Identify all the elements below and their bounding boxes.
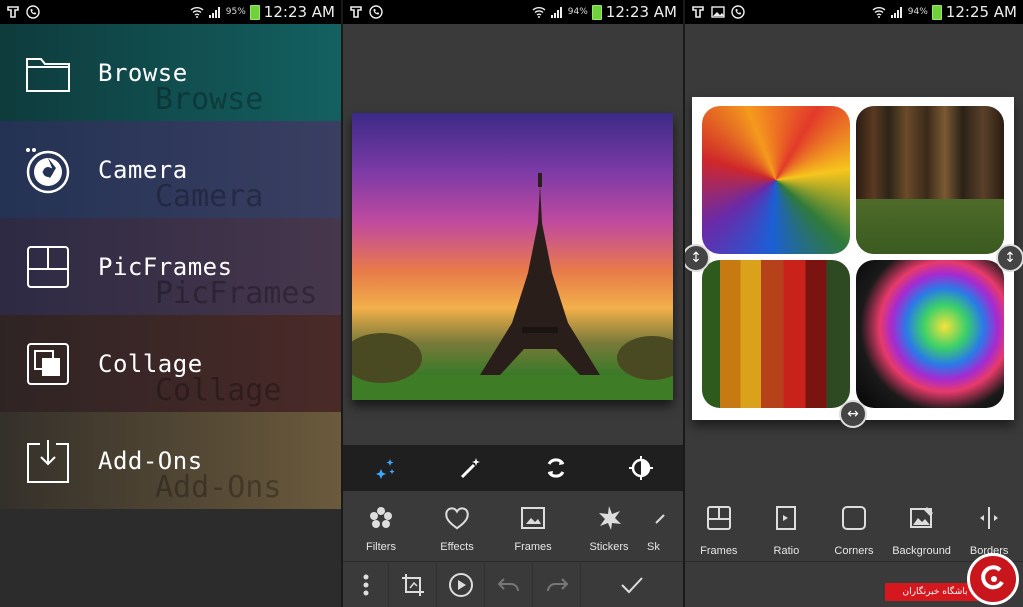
app-notification-icon bbox=[7, 6, 19, 18]
background-icon bbox=[909, 505, 935, 535]
forest-path bbox=[856, 199, 1004, 254]
collage-cell-polygon-art[interactable] bbox=[702, 106, 850, 254]
menu-empty-area bbox=[0, 510, 341, 607]
effects-icon bbox=[444, 505, 470, 531]
magic-wand-icon[interactable] bbox=[451, 448, 491, 488]
sparkles-icon[interactable] bbox=[366, 448, 406, 488]
tool-label: Sk bbox=[647, 541, 660, 553]
tool-frames[interactable]: Frames bbox=[495, 505, 571, 553]
tool-frames[interactable]: Frames bbox=[685, 505, 753, 561]
tool-label: Frames bbox=[514, 541, 552, 553]
battery-percent: 94% bbox=[907, 7, 928, 17]
status-clock: 12:23 AM bbox=[263, 3, 335, 21]
menu-item-collage[interactable]: Collage Collage bbox=[0, 315, 341, 412]
frames-icon bbox=[520, 505, 546, 531]
menu-item-camera[interactable]: Camera Camera bbox=[0, 121, 341, 218]
picframes-icon bbox=[24, 243, 72, 291]
status-clock: 12:25 AM bbox=[945, 3, 1017, 21]
rotate-icon[interactable] bbox=[536, 448, 576, 488]
editor-bottom-bar bbox=[343, 561, 683, 607]
play-icon[interactable] bbox=[437, 561, 485, 607]
phone-icon bbox=[369, 5, 383, 19]
tool-label: Frames bbox=[700, 545, 738, 557]
tool-effects[interactable]: Effects bbox=[419, 505, 495, 553]
tool-label: Corners bbox=[834, 545, 874, 557]
status-bar: 94% 12:25 AM bbox=[685, 0, 1023, 24]
collage-cell-lightbulb[interactable] bbox=[856, 260, 1004, 408]
tool-sketch[interactable]: Sk bbox=[647, 505, 683, 553]
watermark-logo-icon bbox=[967, 553, 1019, 605]
undo-icon[interactable] bbox=[485, 561, 533, 607]
collage-editor-panel: 94% 12:25 AM ↕ ↕ ↔ Frames Ratio Corners … bbox=[685, 0, 1023, 607]
menu-ghost-text: Add-Ons bbox=[155, 470, 282, 505]
tool-label: Effects bbox=[440, 541, 474, 553]
more-vertical-icon[interactable] bbox=[343, 561, 389, 607]
menu-ghost-text: Browse bbox=[155, 82, 264, 117]
wifi-icon bbox=[872, 7, 886, 18]
collage-cell-forest[interactable] bbox=[856, 106, 1004, 254]
status-bar: 94% 12:23 AM bbox=[343, 0, 683, 24]
main-menu: Browse Browse Camera Camera PicFrames Pi… bbox=[0, 24, 341, 509]
resize-horizontal-handle[interactable]: ↔ bbox=[839, 400, 867, 428]
battery-icon bbox=[591, 4, 602, 20]
battery-icon bbox=[249, 4, 260, 20]
editor-mode-toolbar bbox=[343, 445, 683, 491]
menu-ghost-text: Camera bbox=[155, 179, 264, 214]
gallery-icon bbox=[711, 6, 725, 18]
app-notification-icon bbox=[350, 6, 362, 18]
status-bar: 95% 12:23 AM bbox=[0, 0, 341, 24]
filter-tools-row: Filters Effects Frames Stickers Sk bbox=[343, 493, 683, 561]
borders-icon bbox=[976, 505, 1002, 535]
battery-icon bbox=[931, 4, 942, 20]
photo-editor-panel: 94% 12:23 AM Filters Effects Frames Stic… bbox=[343, 0, 683, 607]
status-clock: 12:23 AM bbox=[605, 3, 677, 21]
frames-icon bbox=[706, 505, 732, 535]
app-notification-icon bbox=[692, 6, 704, 18]
signal-icon bbox=[208, 7, 220, 18]
menu-item-add-ons[interactable]: Add-Ons Add-Ons bbox=[0, 412, 341, 509]
camera-aperture-icon bbox=[24, 146, 72, 194]
tool-label: Filters bbox=[366, 541, 396, 553]
signal-icon bbox=[890, 7, 902, 18]
tool-corners[interactable]: Corners bbox=[820, 505, 888, 561]
collage-canvas bbox=[692, 97, 1014, 420]
crop-icon[interactable] bbox=[389, 561, 437, 607]
wifi-icon bbox=[532, 7, 546, 18]
tool-label: Ratio bbox=[773, 545, 800, 557]
tool-label: Stickers bbox=[589, 541, 629, 553]
battery-percent: 94% bbox=[567, 7, 588, 17]
contrast-icon[interactable] bbox=[621, 448, 661, 488]
ratio-icon bbox=[773, 505, 799, 535]
menu-item-browse[interactable]: Browse Browse bbox=[0, 24, 341, 121]
add-ons-download-icon bbox=[24, 437, 72, 485]
menu-item-picframes[interactable]: PicFrames PicFrames bbox=[0, 218, 341, 315]
collage-icon bbox=[24, 340, 72, 388]
app-launcher-panel: 95% 12:23 AM Browse Browse Camera Camera… bbox=[0, 0, 341, 607]
checkmark-icon[interactable] bbox=[581, 562, 683, 607]
eiffel-tower-illustration bbox=[352, 173, 673, 400]
menu-ghost-text: Collage bbox=[155, 373, 282, 408]
wifi-icon bbox=[190, 7, 204, 18]
signal-icon bbox=[550, 7, 562, 18]
redo-icon[interactable] bbox=[533, 561, 581, 607]
stickers-icon bbox=[596, 505, 622, 531]
menu-ghost-text: PicFrames bbox=[155, 276, 318, 311]
collage-cell-wood-stripes[interactable] bbox=[702, 260, 850, 408]
tool-ratio[interactable]: Ratio bbox=[753, 505, 821, 561]
battery-percent: 95% bbox=[225, 7, 246, 17]
folder-icon bbox=[24, 49, 72, 97]
filters-icon bbox=[368, 505, 394, 531]
sketch-icon bbox=[647, 505, 673, 531]
phone-icon bbox=[731, 5, 745, 19]
tool-stickers[interactable]: Stickers bbox=[571, 505, 647, 553]
resize-vertical-handle-right[interactable]: ↕ bbox=[996, 244, 1023, 272]
phone-icon bbox=[26, 5, 40, 19]
tool-filters[interactable]: Filters bbox=[343, 505, 419, 553]
news-agency-watermark: باشگاه خبرنگاران bbox=[885, 547, 1023, 607]
edited-photo-eiffel-tower[interactable] bbox=[352, 113, 673, 400]
corners-icon bbox=[841, 505, 867, 535]
